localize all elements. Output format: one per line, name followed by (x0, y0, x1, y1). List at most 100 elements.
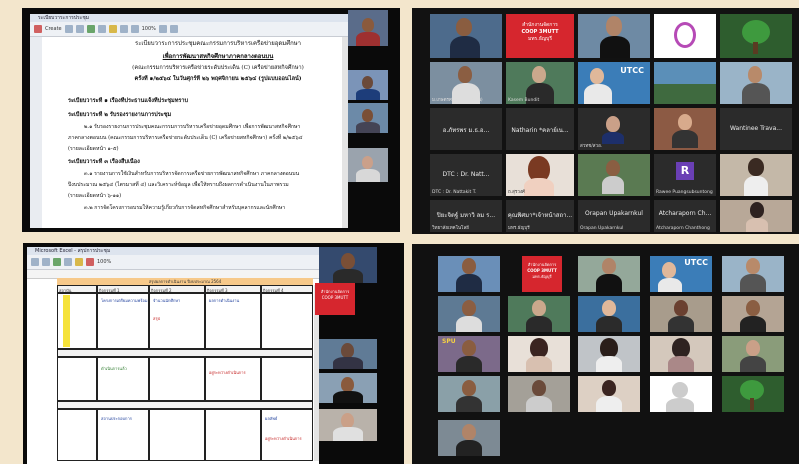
row-block-1-col-5[interactable] (261, 293, 313, 349)
b-tile-12[interactable] (508, 336, 570, 372)
participant-video-4[interactable] (348, 148, 388, 182)
zoom-out-icon[interactable] (119, 25, 128, 33)
b-tile-18[interactable] (578, 376, 640, 412)
tile-name-21: ปิยะจิตฐ์ มหาวิ ลม ร... (436, 211, 496, 219)
email-icon[interactable] (97, 25, 106, 33)
participant-tile-17[interactable]: ถ.สุรวงศ์ (506, 154, 574, 196)
participant-tile-14[interactable] (654, 108, 716, 150)
left-nav-pane[interactable] (30, 37, 42, 228)
agenda-3: ระเบียบวาระที่ ๓ เรื่องสืบเนื่อง (68, 159, 140, 165)
b-tile-1[interactable] (438, 256, 500, 292)
tile-label-21: วิทยาลัยเทคโนโลยี (432, 226, 469, 231)
participant-tile-23[interactable]: Orapan Upakarnkul Orapan Upakarnkul (578, 200, 650, 232)
row-block-2-col-1[interactable] (57, 357, 97, 401)
participant-tile-19[interactable]: R Rawee Puangsubsuntong (654, 154, 716, 196)
tile-name-15: Wantinee Trava... (729, 124, 783, 132)
participant-tile-21[interactable]: ปิยะจิตฐ์ มหาวิ ลม ร... วิทยาลัยเทคโนโลย… (430, 200, 502, 232)
participant-tile-3[interactable] (578, 14, 650, 58)
participant-tile-18[interactable] (578, 154, 650, 196)
participant-tile-9[interactable] (654, 62, 716, 104)
print-icon[interactable] (75, 25, 84, 33)
print-file-icon[interactable] (64, 258, 72, 266)
tile-label-19: Rawee Puangsubsuntong (656, 190, 713, 195)
speaker-video-sheet[interactable] (319, 247, 377, 283)
pdf-page-content: ระเบียบวาระการประชุมคณะกรรมการบริหารเครื… (68, 38, 368, 212)
screen-zoom-gallery-top: สำนักงานจัดการ COOP 3MUTT มทร.ธัญบุรี ม.… (412, 8, 799, 234)
zoom-in-icon[interactable] (130, 25, 139, 33)
participant-video-sheet-4[interactable] (319, 409, 377, 441)
b-tile-13[interactable] (578, 336, 640, 372)
b-tile-3[interactable] (578, 256, 640, 292)
b-tile-11[interactable]: SPU (438, 336, 500, 372)
participant-tile-25[interactable] (720, 200, 792, 232)
b-tile-19[interactable] (650, 376, 712, 412)
participant-tile-13[interactable]: สวทช/สวอ. (578, 108, 650, 150)
col-header-3: กิจกรรมที่ 2 (149, 285, 205, 293)
b-tile-5[interactable] (722, 256, 784, 292)
save-icon[interactable] (86, 25, 95, 33)
agenda-1: ระเบียบวาระที่ ๑ เรื่องที่ประธานแจ้งที่ป… (68, 98, 189, 104)
b-tile-6[interactable] (438, 296, 500, 332)
row-block-2-col-5[interactable] (261, 357, 313, 401)
row-block-3-col-1[interactable] (57, 409, 97, 461)
b-banner-tile[interactable]: สำนักงานจัดการ COOP 3MUTT มทร.ธัญบุรี (522, 256, 562, 292)
participant-video-3[interactable] (348, 103, 388, 133)
comment-icon[interactable] (108, 25, 117, 33)
b-tile-17[interactable] (508, 376, 570, 412)
open-file-icon[interactable] (42, 258, 50, 266)
participant-video-2[interactable] (348, 70, 388, 100)
tree-tile[interactable] (720, 14, 792, 58)
spreadsheet-grid[interactable]: สถาบัน กิจกรรมที่ 1 กิจกรรมที่ 2 กิจกรรม… (57, 285, 313, 461)
row-block-3-col-3[interactable] (149, 409, 205, 461)
rotate-icon[interactable] (169, 25, 178, 33)
row-block-2-col-2[interactable] (97, 357, 149, 401)
participant-tile-8[interactable]: UTCC (578, 62, 650, 104)
row-block-2-col-4[interactable] (205, 357, 261, 401)
paste-icon[interactable] (75, 258, 83, 266)
tile-name-12: Natharin *คลาย์เน... (511, 126, 569, 134)
participant-tile-15[interactable]: Wantinee Trava... (720, 108, 792, 150)
b-tile-7[interactable] (508, 296, 570, 332)
participant-tile-20[interactable] (720, 154, 792, 196)
create-button[interactable]: Create (45, 26, 62, 32)
save-file-icon[interactable] (53, 258, 61, 266)
b-tile-9[interactable] (650, 296, 712, 332)
participant-tile-11[interactable]: อ.ภัทรพร ม.ธ.อ... (430, 108, 502, 150)
tile-label-17: ถ.สุรวงศ์ (508, 190, 525, 195)
agenda-3-2: ๓.๒ การจัดโครงการอบรมให้ความรู้เกี่ยวกับ… (84, 205, 286, 211)
banner-video-sheet[interactable]: สำนักงานจัดการ COOP 3MUTT (315, 283, 355, 315)
fit-page-icon[interactable] (158, 25, 167, 33)
speaker-video-1[interactable] (348, 10, 388, 46)
zoom-level[interactable]: 100% (142, 26, 156, 32)
participant-tile-12[interactable]: Natharin *คลาย์เน... (506, 108, 574, 150)
participant-tile-22[interactable]: คุณพิศมา*เจ้าหน้าสถา... มทร.ธัญบุรี (506, 200, 574, 232)
participant-tile-10[interactable] (720, 62, 792, 104)
spreadsheet-title: Microsoft Excel - สรุปการประชุม (27, 247, 319, 255)
participant-tile-24[interactable]: Atcharaporn Ch... Atcharaporn Chanthong (654, 200, 716, 232)
undo-icon[interactable] (86, 258, 94, 266)
participant-tile-6[interactable]: ม.เกษตรศาสตร์ (บางเขน) (430, 62, 502, 104)
b-tile-10[interactable] (722, 296, 784, 332)
b-tile-15[interactable] (722, 336, 784, 372)
b-tile-8[interactable] (578, 296, 640, 332)
b-tile-14[interactable] (650, 336, 712, 372)
banner-tile[interactable]: สำนักงานจัดการ COOP 3MUTT มทร.ธัญบุรี (506, 14, 574, 58)
open-icon[interactable] (64, 25, 73, 33)
participant-video-sheet-3[interactable] (319, 373, 377, 403)
new-icon[interactable] (31, 258, 39, 266)
logo-tile[interactable] (654, 14, 716, 58)
cell-note-1: โครงการเตรียมความพร้อม (101, 298, 148, 303)
b-tile-21[interactable] (438, 420, 500, 456)
row-block-2-col-3[interactable] (149, 357, 205, 401)
participant-video-sheet-2[interactable] (319, 339, 377, 369)
b-tile-16[interactable] (438, 376, 500, 412)
participant-tile-1[interactable] (430, 14, 502, 58)
default-avatar-icon (672, 382, 688, 398)
participant-tile-7[interactable]: Kasem Bundit (506, 62, 574, 104)
col-header-1: สถาบัน (57, 285, 97, 293)
participant-tile-16[interactable]: DTC : Dr. Natt... DTC : Dr. Nattakit T. (430, 154, 502, 196)
sheet-zoom[interactable]: 100% (97, 259, 111, 265)
row-block-3-col-4[interactable] (205, 409, 261, 461)
b-tile-4[interactable]: UTCC (650, 256, 712, 292)
b-tile-20[interactable] (722, 376, 784, 412)
